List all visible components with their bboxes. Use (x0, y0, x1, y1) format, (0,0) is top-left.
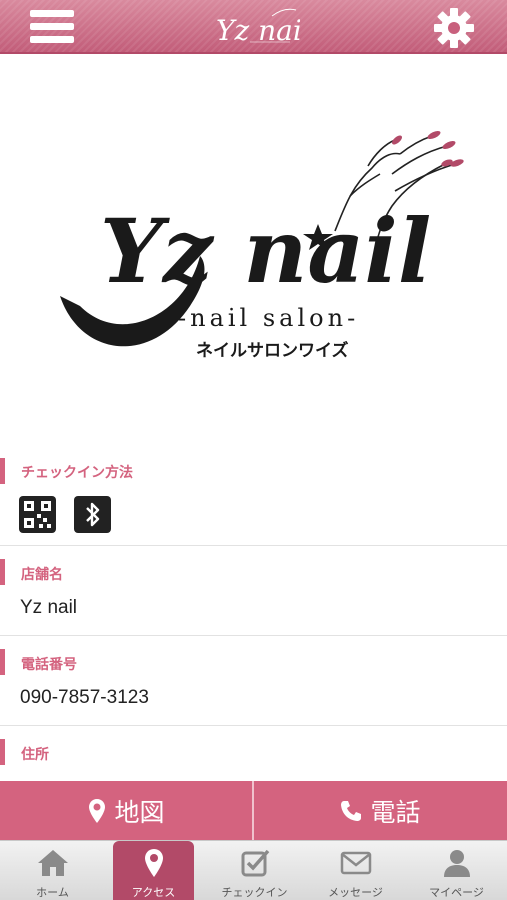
shop-name-label: 店舗名 (21, 567, 63, 583)
qr-code-icon[interactable] (19, 496, 56, 533)
tab-access[interactable]: アクセス (113, 841, 194, 900)
envelope-icon (340, 851, 371, 875)
person-icon (443, 850, 470, 877)
tab-message[interactable]: メッセージ (305, 841, 406, 900)
header-logo[interactable]: Yz nail (210, 6, 300, 48)
logo-katakana: ネイルサロンワイズ (196, 340, 349, 361)
phone-icon (341, 800, 362, 821)
app-screen: Yz nail (0, 0, 507, 900)
action-bar: 地図 電話 (0, 781, 507, 840)
bottom-tab-bar: ホーム アクセス チェックイン メッセージ マイページ (0, 840, 507, 900)
tab-access-label: アクセス (131, 886, 176, 899)
tab-home-label: ホーム (36, 886, 69, 899)
logo-brand: Yz nail (100, 199, 431, 303)
map-button-label: 地図 (114, 797, 165, 827)
bluetooth-icon[interactable] (74, 496, 111, 533)
map-button[interactable]: 地図 (0, 781, 253, 840)
tab-mypage[interactable]: マイページ (406, 841, 507, 900)
tab-checkin-label: チェックイン (221, 886, 288, 899)
map-pin-icon (89, 798, 106, 823)
gear-icon[interactable] (432, 6, 476, 50)
phone-value[interactable]: 090-7857-3123 (20, 687, 149, 709)
checkbox-icon (241, 849, 269, 877)
hamburger-menu-icon[interactable] (30, 10, 74, 44)
tab-message-label: メッセージ (328, 886, 383, 899)
address-section: 住所 (0, 727, 507, 781)
phone-label: 電話番号 (21, 657, 77, 673)
top-header: Yz nail (0, 0, 507, 54)
phone-section: 電話番号 090-7857-3123 (0, 637, 507, 726)
home-icon (37, 850, 68, 876)
address-label: 住所 (21, 747, 49, 763)
logo-tagline: -nail salon- (178, 304, 359, 332)
shop-name-value: Yz nail (20, 597, 78, 618)
tab-home[interactable]: ホーム (2, 841, 103, 900)
call-button-label: 電話 (370, 797, 421, 827)
shop-name-section: 店舗名 Yz nail (0, 547, 507, 636)
call-button[interactable]: 電話 (254, 781, 507, 840)
tab-mypage-label: マイページ (429, 886, 484, 899)
checkin-label: チェックイン方法 (21, 465, 133, 481)
salon-logo: Yz nail -nail salon- ネイルサロンワイズ (60, 130, 464, 361)
map-pin-icon (144, 849, 163, 877)
tab-checkin[interactable]: チェックイン (204, 841, 305, 900)
